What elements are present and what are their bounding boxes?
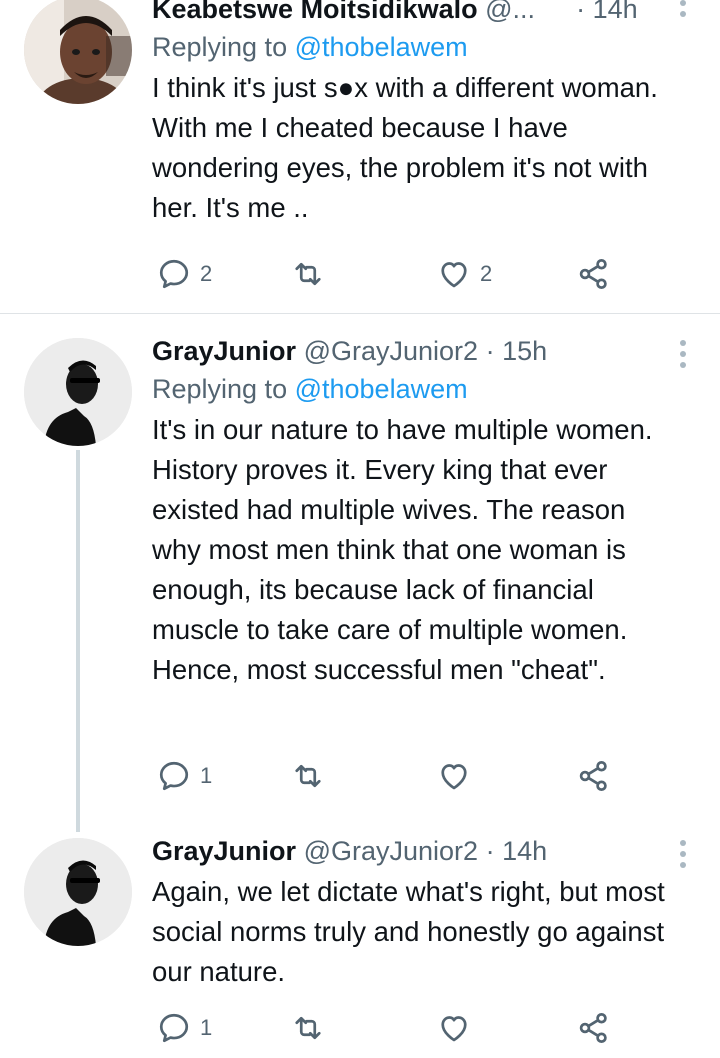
tweet-text: It's in our nature to have multiple wome… (152, 414, 661, 685)
avatar-photo (24, 0, 132, 104)
tweet-actions: 2 2 (152, 254, 622, 294)
tweet-content: Keabetswe Moitsidikwalo @... · 14h Reply… (152, 0, 672, 228)
avatar[interactable] (24, 0, 132, 104)
avatar-photo (24, 838, 132, 946)
display-name[interactable]: GrayJunior (152, 336, 296, 366)
more-options-icon[interactable] (676, 340, 690, 368)
retweet-button[interactable] (290, 1008, 334, 1048)
user-handle[interactable]: @GrayJunior2 (304, 836, 478, 866)
share-icon (579, 259, 607, 289)
display-name[interactable]: Keabetswe Moitsidikwalo (152, 0, 478, 24)
replying-to: Replying to @thobelawem (152, 30, 672, 64)
retweet-icon (295, 262, 321, 286)
replying-to-label: Replying to (152, 32, 295, 62)
share-button[interactable] (576, 756, 612, 796)
timestamp[interactable]: 15h (502, 336, 547, 366)
like-button[interactable]: 2 (436, 254, 492, 294)
reply-count: 1 (200, 763, 213, 788)
like-icon (441, 764, 467, 790)
tweet-content: GrayJunior @GrayJunior2 · 15h Replying t… (152, 334, 672, 690)
share-icon (579, 761, 607, 791)
separator-dot: · (485, 836, 495, 866)
user-handle[interactable]: @GrayJunior2 (304, 336, 478, 366)
reply-count: 2 (200, 261, 213, 286)
share-button[interactable] (576, 1008, 612, 1048)
more-options-icon[interactable] (676, 840, 690, 868)
avatar-photo (24, 338, 132, 446)
tweet-header: GrayJunior @GrayJunior2 · 14h (152, 834, 672, 868)
reply-button[interactable]: 1 (156, 1008, 212, 1048)
reply-count: 1 (200, 1015, 213, 1040)
avatar[interactable] (24, 838, 132, 946)
share-button[interactable] (576, 254, 612, 294)
retweet-icon (295, 1016, 321, 1040)
tweet-content: GrayJunior @GrayJunior2 · 14h Again, we … (152, 834, 672, 992)
reply-mention-link[interactable]: @thobelawem (295, 32, 468, 62)
tweet-header: GrayJunior @GrayJunior2 · 15h (152, 334, 672, 368)
reply-mention-link[interactable]: @thobelawem (295, 374, 468, 404)
tweet-text: I think it's just s●x with a different w… (152, 72, 666, 223)
tweet-header: Keabetswe Moitsidikwalo @... · 14h (152, 0, 672, 26)
like-button[interactable] (436, 756, 480, 796)
like-icon (441, 1016, 467, 1042)
reply-icon (159, 1013, 189, 1043)
tweet-text: Again, we let dictate what's right, but … (152, 876, 673, 987)
reply-button[interactable]: 1 (156, 756, 212, 796)
tweet-2[interactable]: GrayJunior @GrayJunior2 · 15h Replying t… (0, 314, 720, 834)
separator-dot: · (576, 0, 586, 24)
tweet-1[interactable]: Keabetswe Moitsidikwalo @... · 14h Reply… (0, 0, 720, 312)
replying-to-label: Replying to (152, 374, 295, 404)
reply-button[interactable]: 2 (156, 254, 212, 294)
reply-icon (159, 761, 189, 791)
retweet-icon (295, 764, 321, 788)
reply-icon (159, 259, 189, 289)
like-count: 2 (480, 261, 493, 286)
tweet-actions: 1 (152, 1008, 622, 1048)
replying-to: Replying to @thobelawem (152, 372, 672, 406)
avatar[interactable] (24, 338, 132, 446)
user-handle[interactable]: @... (485, 0, 535, 24)
like-button[interactable] (436, 1008, 480, 1048)
separator-dot: · (485, 336, 495, 366)
share-icon (579, 1013, 607, 1043)
display-name[interactable]: GrayJunior (152, 836, 296, 866)
like-icon (441, 262, 467, 288)
timestamp[interactable]: 14h (593, 0, 638, 24)
timestamp[interactable]: 14h (502, 836, 547, 866)
retweet-button[interactable] (290, 254, 334, 294)
retweet-button[interactable] (290, 756, 334, 796)
more-options-icon[interactable] (676, 0, 690, 17)
tweet-actions: 1 (152, 756, 622, 796)
tweet-3[interactable]: GrayJunior @GrayJunior2 · 14h Again, we … (0, 834, 720, 1058)
